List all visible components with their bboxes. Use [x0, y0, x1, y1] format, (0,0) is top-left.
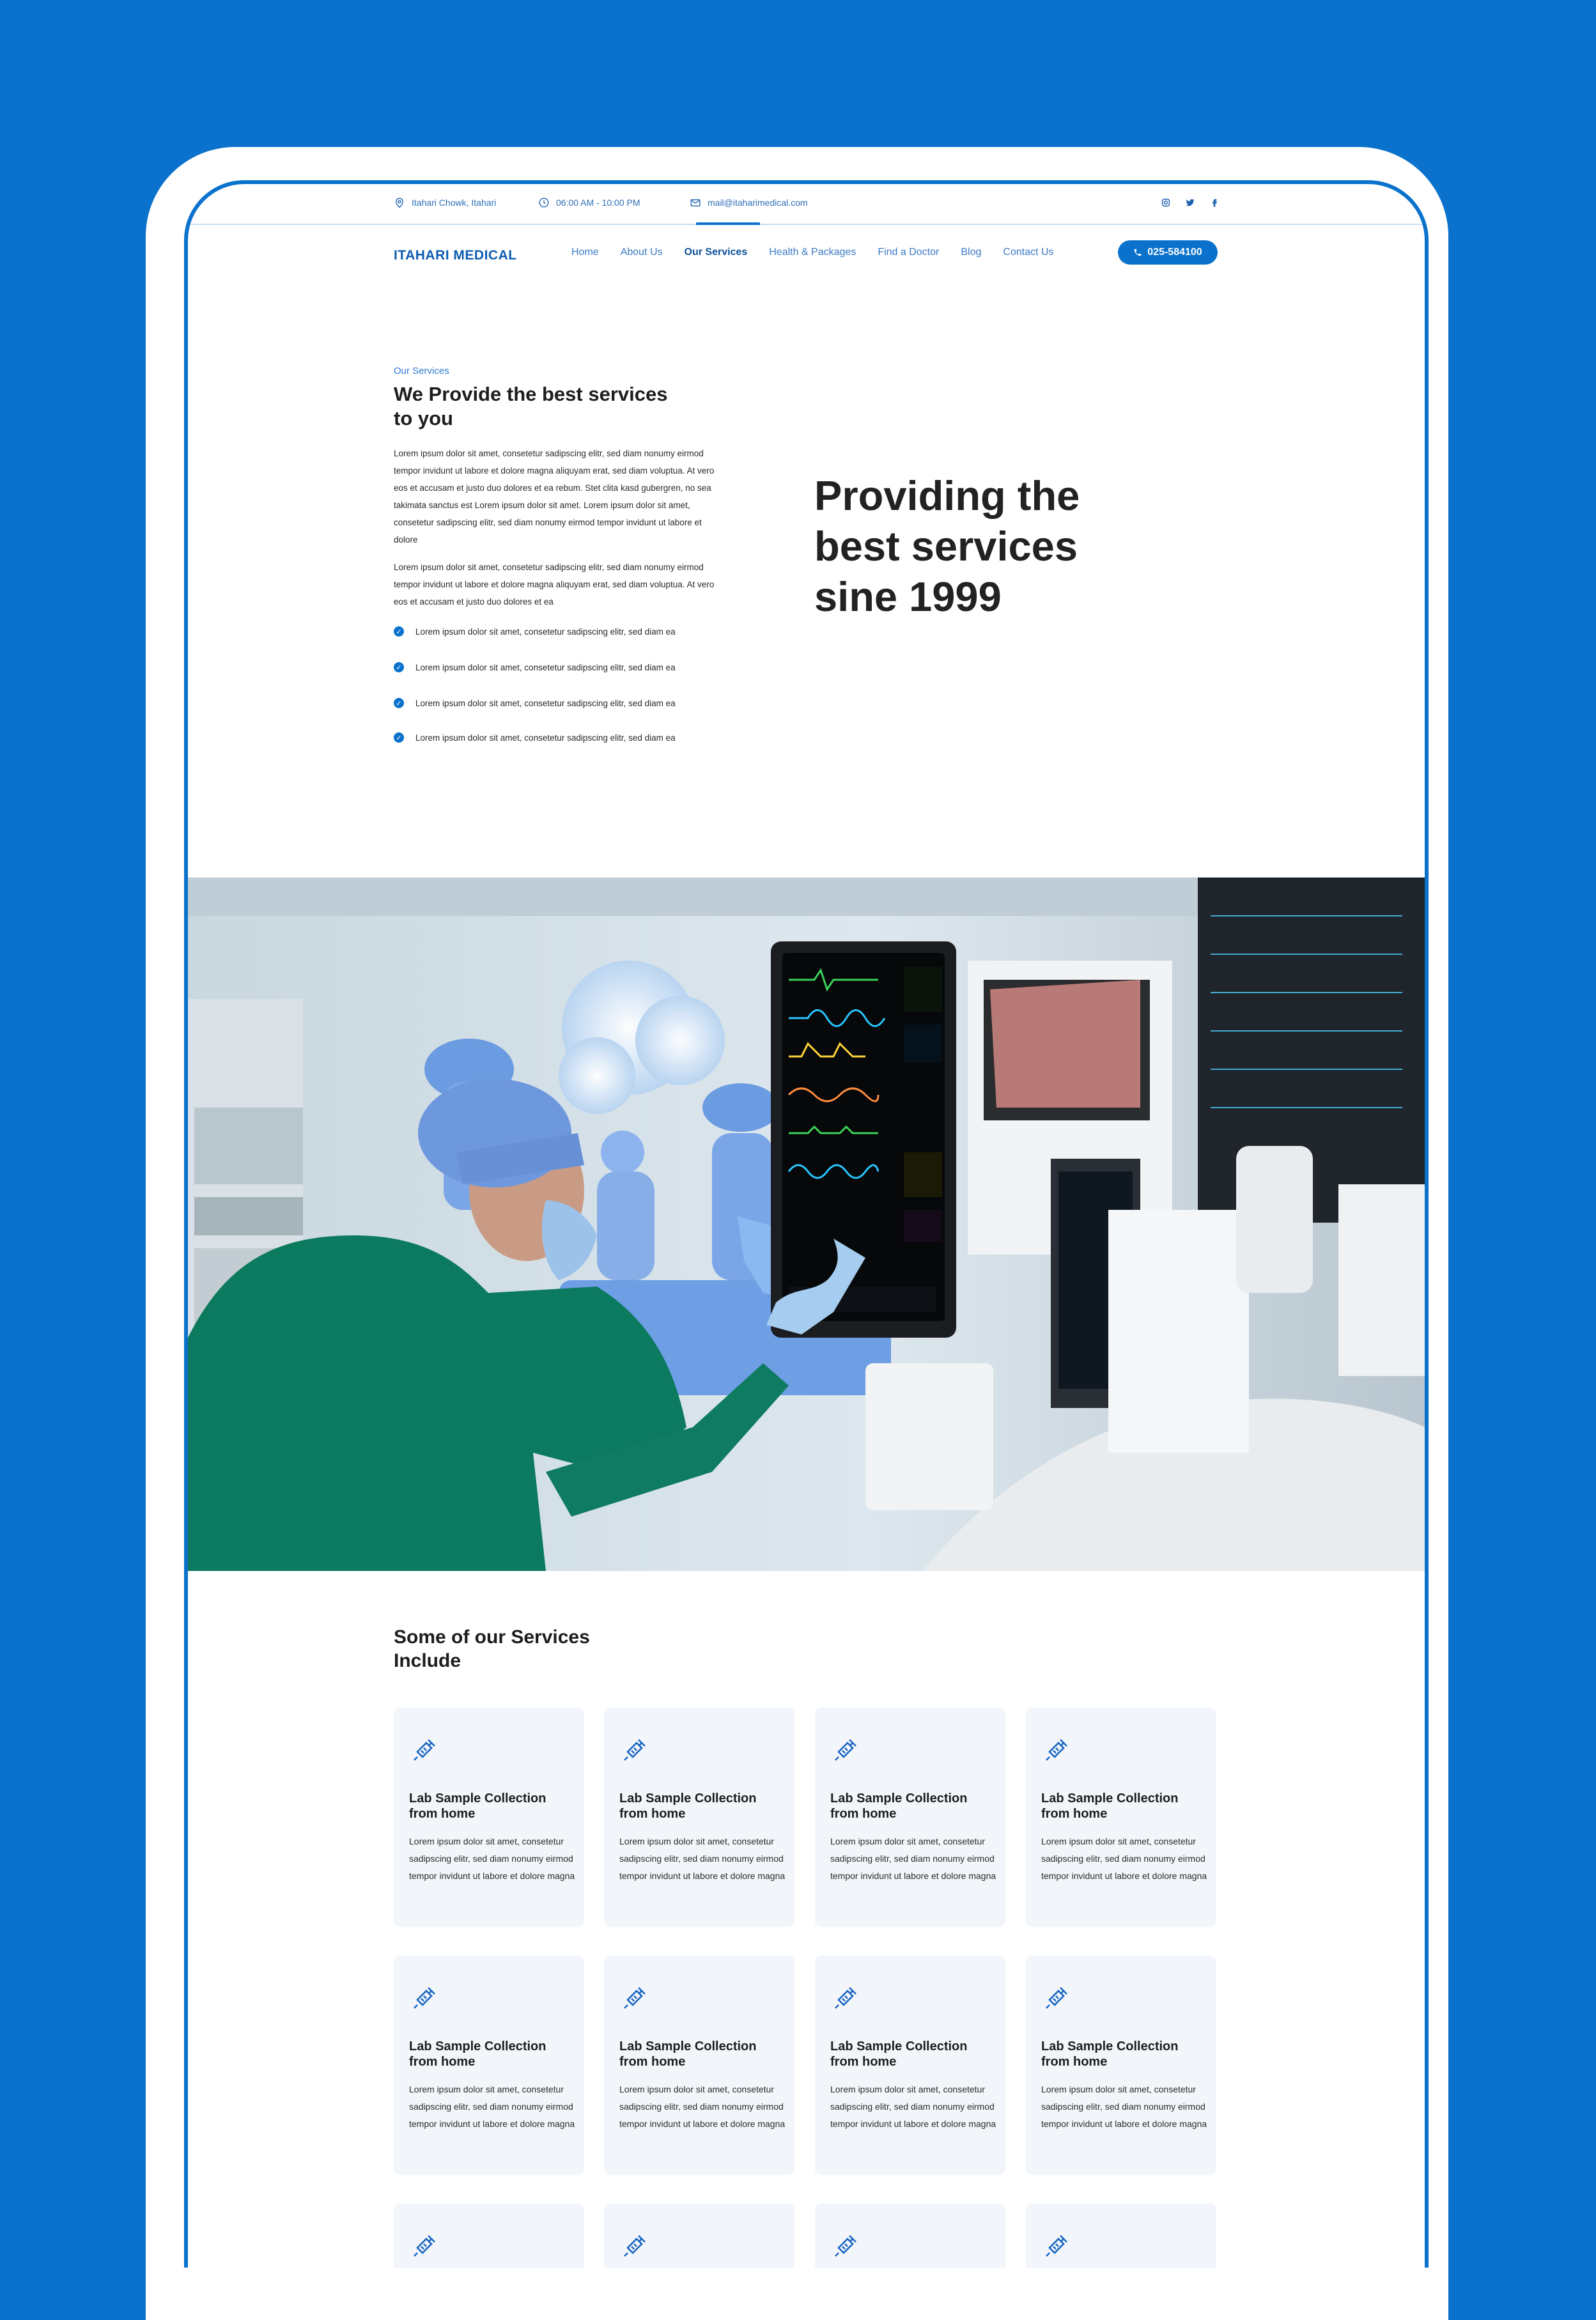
device-screen: Itahari Chowk, Itahari 06:00 AM - 10:00 …: [184, 180, 1429, 2268]
hours-info: 06:00 AM - 10:00 PM: [538, 197, 640, 208]
service-card[interactable]: Lab Sample Collection from home Lorem ip…: [1026, 1708, 1216, 1927]
checklist-item: ✓ Lorem ipsum dolor sit amet, consetetur…: [394, 698, 676, 708]
check-icon: ✓: [394, 626, 404, 637]
mail-icon: [690, 199, 701, 206]
twitter-icon[interactable]: [1184, 197, 1196, 208]
nav-item-find-doctor[interactable]: Find a Doctor: [878, 247, 939, 258]
check-icon: ✓: [394, 732, 404, 743]
syringe-icon: [835, 1987, 856, 2009]
service-card-title: Lab Sample Collection from home: [619, 1791, 757, 1821]
checklist-item: ✓ Lorem ipsum dolor sit amet, consetetur…: [394, 626, 676, 637]
site-logo[interactable]: ITAHARI MEDICAL: [394, 248, 517, 263]
service-card-desc: Lorem ipsum dolor sit amet, consetetur s…: [619, 2084, 786, 2129]
syringe-icon: [1046, 2235, 1067, 2257]
checklist-text: Lorem ipsum dolor sit amet, consetetur s…: [415, 662, 676, 672]
service-card-title: Lab Sample Collection from home: [830, 2039, 968, 2069]
address-info: Itahari Chowk, Itahari: [394, 197, 496, 208]
service-card-desc: Lorem ipsum dolor sit amet, consetetur s…: [830, 2084, 996, 2129]
email-info[interactable]: mail@itaharimedical.com: [690, 197, 808, 208]
service-card[interactable]: Lab Sample Collection from home Lorem ip…: [604, 1956, 794, 2175]
services-title: Some of our Services Include: [394, 1627, 590, 1671]
nav-item-packages[interactable]: Health & Packages: [769, 247, 856, 258]
syringe-icon: [414, 1987, 435, 2009]
service-card-title: Lab Sample Collection from home: [619, 2039, 757, 2069]
syringe-icon: [624, 1739, 646, 1761]
service-card-partial[interactable]: [604, 2204, 794, 2268]
service-card[interactable]: Lab Sample Collection from home Lorem ip…: [604, 1708, 794, 1927]
nav-item-about[interactable]: About Us: [621, 247, 663, 258]
service-card[interactable]: Lab Sample Collection from home Lorem ip…: [394, 1708, 584, 1927]
syringe-icon: [835, 2235, 856, 2257]
service-card[interactable]: Lab Sample Collection from home Lorem ip…: [815, 1708, 1005, 1927]
syringe-icon: [1046, 1987, 1067, 2009]
nav-item-home[interactable]: Home: [571, 247, 599, 258]
service-card-title: Lab Sample Collection from home: [1041, 2039, 1179, 2069]
hero-quote: Providing the best services sine 1999: [814, 472, 1080, 620]
intro-paragraph-2: Lorem ipsum dolor sit amet, consetetur s…: [394, 562, 715, 607]
check-icon: ✓: [394, 698, 404, 708]
nav-item-contact[interactable]: Contact Us: [1003, 247, 1053, 258]
service-card-desc: Lorem ipsum dolor sit amet, consetetur s…: [830, 1836, 996, 1881]
social-links: [1160, 197, 1220, 208]
call-button-label: 025-584100: [1147, 247, 1202, 258]
service-card-partial[interactable]: [1026, 2204, 1216, 2268]
service-card[interactable]: Lab Sample Collection from home Lorem ip…: [815, 1956, 1005, 2175]
nav-menu: Home About Us Our Services Health & Pack…: [571, 247, 1054, 258]
syringe-icon: [414, 1739, 435, 1761]
facebook-icon[interactable]: [1209, 197, 1220, 208]
main-nav: ITAHARI MEDICAL Home About Us Our Servic…: [188, 224, 1425, 280]
service-card-title: Lab Sample Collection from home: [409, 1791, 546, 1821]
service-card-partial[interactable]: [394, 2204, 584, 2268]
service-card[interactable]: Lab Sample Collection from home Lorem ip…: [394, 1956, 584, 2175]
check-icon: ✓: [394, 662, 404, 672]
syringe-icon: [1046, 1739, 1067, 1761]
service-card-partial[interactable]: [815, 2204, 1005, 2268]
service-card-title: Lab Sample Collection from home: [1041, 1791, 1179, 1821]
operating-room-photo: [188, 878, 1425, 1571]
service-card[interactable]: Lab Sample Collection from home Lorem ip…: [1026, 1956, 1216, 2175]
instagram-icon[interactable]: [1160, 197, 1172, 208]
syringe-icon: [835, 1739, 856, 1761]
service-card-desc: Lorem ipsum dolor sit amet, consetetur s…: [409, 2084, 575, 2129]
service-card-desc: Lorem ipsum dolor sit amet, consetetur s…: [1041, 1836, 1207, 1881]
syringe-icon: [624, 1987, 646, 2009]
service-card-desc: Lorem ipsum dolor sit amet, consetetur s…: [1041, 2084, 1207, 2129]
section-eyebrow: Our Services: [394, 366, 449, 376]
intro-paragraph-1: Lorem ipsum dolor sit amet, consetetur s…: [394, 449, 715, 545]
call-button[interactable]: 025-584100: [1118, 240, 1218, 265]
checklist-item: ✓ Lorem ipsum dolor sit amet, consetetur…: [394, 732, 676, 743]
checklist-text: Lorem ipsum dolor sit amet, consetetur s…: [415, 732, 676, 743]
clock-icon: [539, 197, 549, 208]
checklist-text: Lorem ipsum dolor sit amet, consetetur s…: [415, 626, 676, 637]
email-text: mail@itaharimedical.com: [708, 197, 808, 208]
service-card-desc: Lorem ipsum dolor sit amet, consetetur s…: [409, 1836, 575, 1881]
checklist-item: ✓ Lorem ipsum dolor sit amet, consetetur…: [394, 662, 676, 672]
map-pin-icon: [395, 197, 404, 208]
hours-text: 06:00 AM - 10:00 PM: [556, 197, 640, 208]
phone-icon: [1135, 249, 1142, 256]
service-card-title: Lab Sample Collection from home: [830, 1791, 968, 1821]
service-card-title: Lab Sample Collection from home: [409, 2039, 546, 2069]
nav-item-services[interactable]: Our Services: [685, 247, 748, 258]
section-title: We Provide the best services to you: [394, 383, 668, 429]
service-card-desc: Lorem ipsum dolor sit amet, consetetur s…: [619, 1836, 786, 1881]
syringe-icon: [624, 2235, 646, 2257]
top-info-bar: Itahari Chowk, Itahari 06:00 AM - 10:00 …: [188, 184, 1425, 225]
syringe-icon: [414, 2235, 435, 2257]
address-text: Itahari Chowk, Itahari: [412, 197, 497, 208]
checklist-text: Lorem ipsum dolor sit amet, consetetur s…: [415, 698, 676, 708]
nav-item-blog[interactable]: Blog: [961, 247, 981, 258]
